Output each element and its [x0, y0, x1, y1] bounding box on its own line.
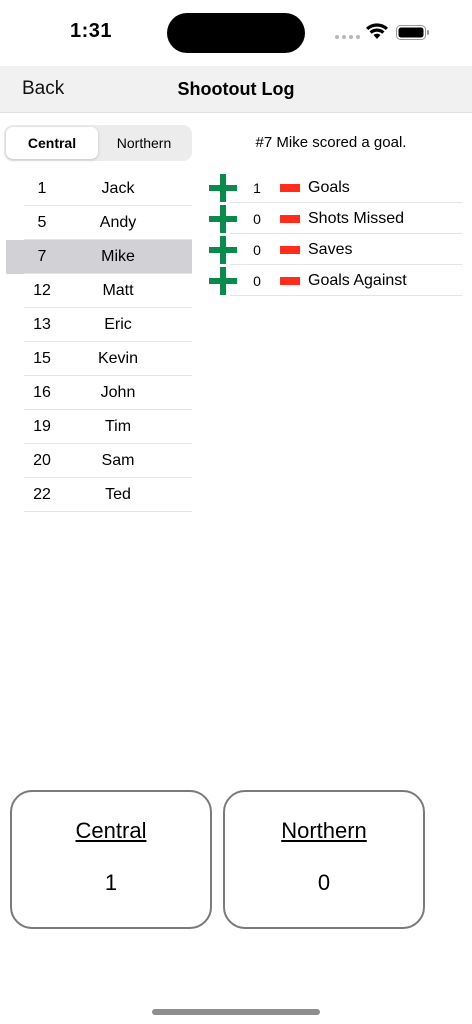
- wifi-icon: [366, 23, 388, 39]
- player-row[interactable]: 19 Tim: [6, 410, 192, 444]
- player-row[interactable]: 12 Matt: [6, 274, 192, 308]
- stat-value: 0: [253, 241, 261, 258]
- player-row[interactable]: 13 Eric: [6, 308, 192, 342]
- stat-label: Saves: [308, 240, 353, 258]
- status-time: 1:31: [70, 20, 113, 42]
- player-name: Ted: [105, 486, 131, 503]
- player-number: 5: [37, 214, 47, 231]
- minus-icon[interactable]: [280, 245, 300, 254]
- status-bar: 1:31: [0, 0, 472, 66]
- plus-icon[interactable]: [209, 173, 237, 202]
- stat-row: 0 Goals Against: [208, 265, 462, 296]
- stat-value: 1: [253, 179, 261, 196]
- team-segmented-control: Central Northern: [4, 125, 192, 161]
- player-name: Sam: [101, 452, 135, 469]
- player-number: 22: [33, 486, 51, 503]
- player-name: John: [100, 384, 136, 401]
- player-number: 20: [33, 452, 51, 469]
- stat-label: Goals: [308, 178, 350, 196]
- navigation-bar: Back Shootout Log: [0, 66, 472, 113]
- player-name: Eric: [104, 316, 132, 333]
- stat-label: Shots Missed: [308, 209, 405, 227]
- player-name: Matt: [102, 282, 134, 299]
- player-number: 15: [33, 350, 51, 367]
- segment-central[interactable]: Central: [6, 127, 98, 159]
- stat-label: Goals Against: [308, 271, 407, 289]
- stat-row: 0 Shots Missed: [208, 203, 462, 234]
- score-card-central[interactable]: Central 1: [10, 790, 212, 929]
- plus-icon[interactable]: [209, 204, 237, 233]
- score-team-name: Northern: [281, 818, 367, 843]
- player-row[interactable]: 15 Kevin: [6, 342, 192, 376]
- minus-icon[interactable]: [280, 214, 300, 223]
- score-team-name: Central: [75, 818, 147, 843]
- player-name: Jack: [101, 180, 135, 197]
- page-title: Shootout Log: [177, 79, 295, 99]
- minus-icon[interactable]: [280, 183, 300, 192]
- cellular-signal-icon: [335, 35, 360, 39]
- player-number: 12: [33, 282, 51, 299]
- player-name: Andy: [99, 214, 137, 231]
- player-name: Kevin: [97, 350, 139, 367]
- minus-icon[interactable]: [280, 276, 300, 285]
- stat-value: 0: [253, 272, 261, 289]
- stats-list: 1 Goals 0 Shots Missed 0 Saves 0 Goals Against: [208, 172, 462, 296]
- player-name: Mike: [101, 248, 135, 265]
- player-number: 13: [33, 316, 51, 333]
- stat-value: 0: [253, 210, 261, 227]
- score-value: 0: [317, 870, 331, 895]
- player-row[interactable]: 7 Mike: [6, 240, 192, 274]
- dynamic-island: [167, 13, 305, 53]
- segment-northern[interactable]: Northern: [98, 127, 190, 159]
- player-list: 1 Jack 5 Andy 7 Mike 12 Matt 13 Eric 15 Kevin 16 John…: [6, 172, 192, 512]
- player-row[interactable]: 16 John: [6, 376, 192, 410]
- score-value: 1: [104, 870, 118, 895]
- player-number: 16: [33, 384, 51, 401]
- home-indicator: [152, 1009, 320, 1015]
- player-row[interactable]: 5 Andy: [6, 206, 192, 240]
- battery-icon: [396, 25, 429, 40]
- stat-row: 0 Saves: [208, 234, 462, 265]
- player-number: 7: [37, 248, 47, 265]
- event-message: #7 Mike scored a goal.: [255, 134, 407, 151]
- player-row[interactable]: 1 Jack: [6, 172, 192, 206]
- plus-icon[interactable]: [209, 235, 237, 264]
- player-name: Tim: [104, 418, 132, 435]
- player-row[interactable]: 22 Ted: [6, 478, 192, 512]
- player-number: 1: [37, 180, 47, 197]
- score-card-northern[interactable]: Northern 0: [223, 790, 425, 929]
- player-row[interactable]: 20 Sam: [6, 444, 192, 478]
- plus-icon[interactable]: [209, 266, 237, 295]
- player-number: 19: [33, 418, 51, 435]
- stat-row: 1 Goals: [208, 172, 462, 203]
